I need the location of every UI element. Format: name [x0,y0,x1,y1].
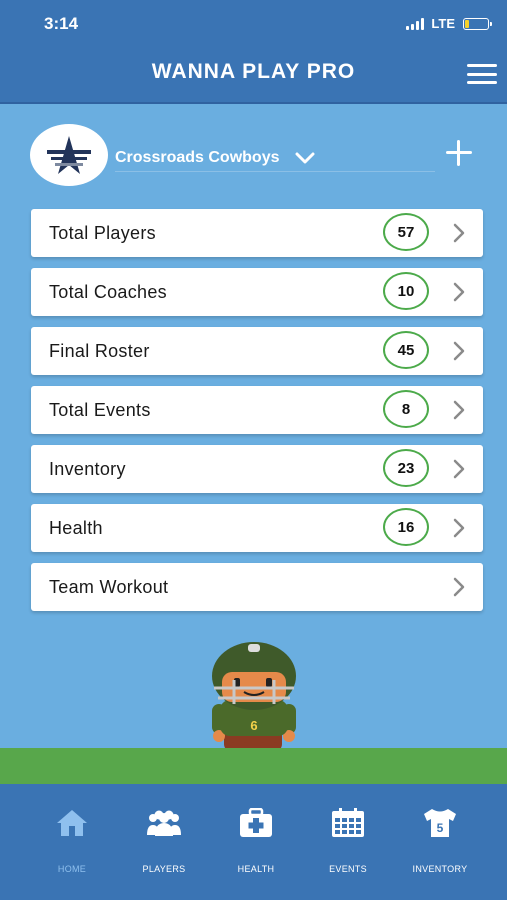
chevron-right-icon [453,400,465,425]
tab-label: EVENTS [329,864,367,874]
star-logo-icon [30,124,108,186]
stat-label: Total Players [49,222,156,243]
chevron-down-icon [295,152,315,164]
stat-card[interactable]: Team Workout [31,563,483,611]
bottom-tab-bar: HOME PLAYERS HEALTH EVENTS 5 INVENTORY [0,784,507,900]
tab-players[interactable]: PLAYERS [118,806,210,876]
chevron-right-icon [453,341,465,366]
stat-count-badge: 45 [383,331,429,369]
stat-count-badge: 57 [383,213,429,251]
team-dropdown[interactable]: Crossroads Cowboys [115,144,435,172]
tab-label: INVENTORY [412,864,468,874]
stat-label: Team Workout [49,576,169,597]
tab-label: PLAYERS [142,864,186,874]
tab-inventory[interactable]: 5 INVENTORY [394,806,486,876]
stat-card[interactable]: Inventory 23 [31,445,483,493]
tab-label: HOME [57,864,87,874]
team-name: Crossroads Cowboys [115,148,280,166]
stat-label: Total Events [49,399,151,420]
calendar-icon [302,806,394,840]
jersey-icon: 5 [394,806,486,840]
players-icon [118,806,210,840]
stat-label: Inventory [49,458,126,479]
stat-card[interactable]: Health 16 [31,504,483,552]
jersey-badge: 5 [437,821,444,835]
stat-label: Final Roster [49,340,150,361]
tab-home[interactable]: HOME [26,806,118,876]
first-aid-icon [210,806,302,840]
stat-count-badge: 23 [383,449,429,487]
tab-events[interactable]: EVENTS [302,806,394,876]
status-bar: 3:14 LTE [0,0,507,48]
network-label: LTE [431,16,455,31]
hamburger-menu-icon[interactable] [467,62,497,86]
stat-label: Health [49,517,103,538]
stat-count-badge: 16 [383,508,429,546]
tab-health[interactable]: HEALTH [210,806,302,876]
battery-icon [463,17,492,30]
jersey-number: 6 [250,718,257,733]
chevron-right-icon [453,282,465,307]
stat-card[interactable]: Total Players 57 [31,209,483,257]
add-team-button[interactable] [444,138,474,168]
chevron-right-icon [453,223,465,248]
chevron-right-icon [453,577,465,602]
team-row: Crossroads Cowboys [30,124,482,186]
grass-strip [0,748,507,784]
signal-icon [406,17,425,30]
app-title: WANNA PLAY PRO [151,60,356,83]
app-header: WANNA PLAY PRO [0,48,507,104]
stat-list: Total Players 57 Total Coaches 10 Final Rost… [31,209,483,622]
home-icon [26,806,118,840]
stat-count-badge: 8 [383,390,429,428]
status-indicators: LTE [406,16,492,31]
stat-card[interactable]: Total Coaches 10 [31,268,483,316]
chevron-right-icon [453,459,465,484]
stat-label: Total Coaches [49,281,167,302]
stat-card[interactable]: Final Roster 45 [31,327,483,375]
stat-count-badge: 10 [383,272,429,310]
tab-label: HEALTH [237,864,275,874]
chevron-right-icon [453,518,465,543]
status-time: 3:14 [44,14,79,33]
stat-card[interactable]: Total Events 8 [31,386,483,434]
